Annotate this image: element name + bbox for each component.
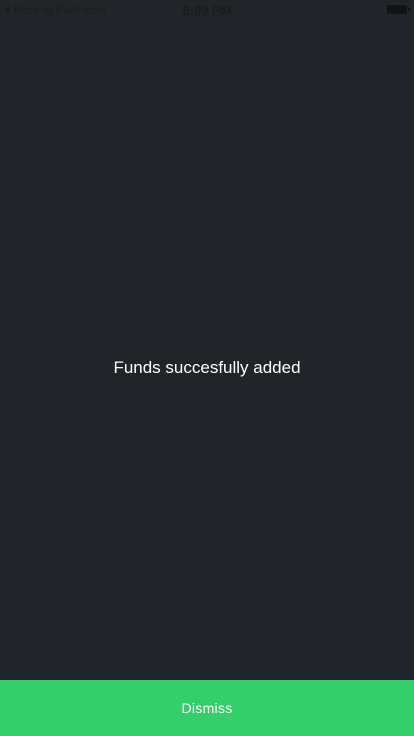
- status-time: 8:09 PM: [182, 3, 232, 18]
- dismiss-button[interactable]: Dismiss: [0, 680, 414, 736]
- battery-icon: [387, 5, 410, 14]
- success-message: Funds succesfully added: [113, 358, 301, 377]
- status-bar: Back to FunFacts 8:09 PM: [0, 0, 414, 20]
